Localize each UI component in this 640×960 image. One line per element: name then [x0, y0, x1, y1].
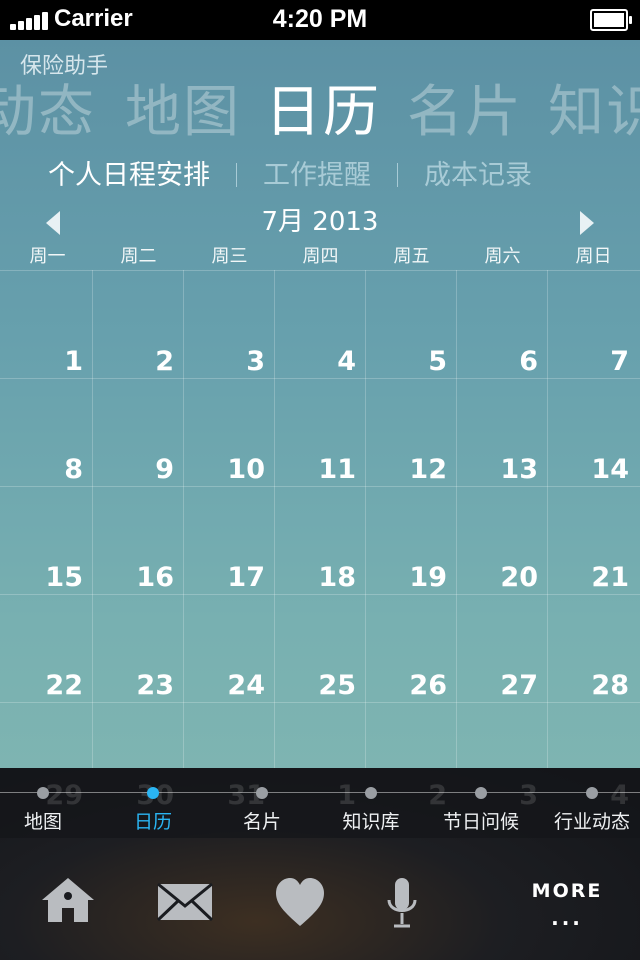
section-tabs: 动态 地图 日历 名片 知识 — [0, 78, 640, 148]
calendar-day[interactable]: 5 — [356, 346, 447, 377]
bottom-nav-label: 地图 — [23, 811, 62, 833]
weekday-label: 周三 — [211, 246, 248, 267]
bottom-nav-industry-news[interactable]: 行业动态 — [536, 785, 640, 835]
tab-map[interactable]: 地图 — [125, 78, 241, 148]
nav-dot — [586, 787, 598, 799]
calendar-day[interactable]: 25 — [265, 670, 356, 701]
weekday-label: 周二 — [120, 246, 157, 267]
calendar-day[interactable]: 4 — [265, 346, 356, 377]
tab-card[interactable]: 名片 — [407, 78, 523, 148]
grid-line — [0, 594, 640, 595]
calendar-day[interactable]: 18 — [265, 562, 356, 593]
calendar-day[interactable]: 27 — [447, 670, 538, 701]
calendar-day[interactable]: 13 — [447, 454, 538, 485]
calendar-day[interactable]: 23 — [83, 670, 174, 701]
calendar-day[interactable]: 17 — [174, 562, 265, 593]
subtab-personal-schedule[interactable]: 个人日程安排 — [48, 156, 210, 196]
bottom-nav-label: 知识库 — [342, 811, 400, 833]
calendar-day[interactable]: 10 — [174, 454, 265, 485]
weekday-header: 周一 周二 周三 周四 周五 周六 周日 — [0, 244, 640, 270]
calendar-day[interactable]: 14 — [538, 454, 629, 485]
status-time: 4:20 PM — [272, 5, 368, 33]
calendar-day[interactable]: 7 — [538, 346, 629, 377]
battery-icon — [590, 9, 632, 31]
bottom-nav-label: 行业动态 — [553, 811, 630, 833]
mail-icon[interactable] — [156, 866, 214, 936]
tab-calendar[interactable]: 日历 — [265, 78, 381, 148]
grid-line — [0, 702, 640, 703]
heart-icon[interactable] — [274, 866, 326, 936]
nav-dot — [37, 787, 49, 799]
calendar-day[interactable]: 15 — [0, 562, 83, 593]
bottom-nav-map[interactable]: 地图 — [0, 785, 98, 835]
next-month-icon[interactable] — [580, 211, 594, 235]
more-dots-icon: ... — [551, 906, 583, 930]
weekday-label: 周六 — [484, 246, 521, 267]
tab-dongtai[interactable]: 动态 — [0, 78, 96, 148]
bottom-nav-label: 名片 — [242, 811, 281, 833]
nav-dot — [365, 787, 377, 799]
weekday-label: 周五 — [393, 246, 430, 267]
microphone-icon[interactable] — [384, 866, 420, 936]
status-bar: Carrier 4:20 PM — [0, 0, 640, 40]
calendar-day[interactable]: 24 — [174, 670, 265, 701]
bottom-nav-card[interactable]: 名片 — [207, 785, 317, 835]
weekday-label: 周一 — [29, 246, 66, 267]
grid-line — [0, 378, 640, 379]
calendar-day[interactable]: 1 — [0, 346, 83, 377]
calendar-day[interactable]: 12 — [356, 454, 447, 485]
calendar-day[interactable]: 19 — [356, 562, 447, 593]
bottom-nav-holiday-greetings[interactable]: 节日问候 — [426, 785, 536, 835]
home-icon[interactable] — [40, 866, 96, 936]
nav-dot — [256, 787, 268, 799]
calendar-day[interactable]: 22 — [0, 670, 83, 701]
calendar-day[interactable]: 2 — [83, 346, 174, 377]
subtab-cost-record[interactable]: 成本记录 — [424, 156, 532, 196]
bottom-nav-knowledge[interactable]: 知识库 — [316, 785, 426, 835]
weekday-label: 周日 — [575, 246, 612, 267]
nav-dot — [147, 787, 159, 799]
tab-knowledge[interactable]: 知识 — [548, 78, 640, 148]
more-button[interactable]: MORE — [530, 880, 604, 902]
calendar-grid: 1 2 3 4 5 6 7 8 9 10 11 12 13 14 15 16 17 18 19 20 21 22 23 24 2… — [0, 270, 640, 810]
calendar-day[interactable]: 20 — [447, 562, 538, 593]
grid-line — [0, 270, 640, 271]
subtab-work-reminder[interactable]: 工作提醒 — [263, 156, 371, 196]
sub-tabs: 个人日程安排 工作提醒 成本记录 — [48, 156, 532, 196]
calendar-day[interactable]: 28 — [538, 670, 629, 701]
divider — [397, 163, 398, 187]
calendar-day[interactable]: 26 — [356, 670, 447, 701]
calendar-day[interactable]: 16 — [83, 562, 174, 593]
bottom-nav-label: 节日问候 — [442, 811, 519, 833]
app-title: 保险助手 — [20, 54, 109, 79]
calendar-day[interactable]: 11 — [265, 454, 356, 485]
weekday-label: 周四 — [302, 246, 339, 267]
nav-dot — [475, 787, 487, 799]
calendar-day[interactable]: 8 — [0, 454, 83, 485]
calendar-day[interactable]: 3 — [174, 346, 265, 377]
calendar-day[interactable]: 21 — [538, 562, 629, 593]
grid-line — [0, 486, 640, 487]
month-label: 7月 2013 — [261, 207, 379, 237]
divider — [236, 163, 237, 187]
bottom-nav-label: 日历 — [133, 811, 172, 833]
calendar-day[interactable]: 6 — [447, 346, 538, 377]
bottom-nav-calendar[interactable]: 日历 — [98, 785, 208, 835]
calendar-day[interactable]: 9 — [83, 454, 174, 485]
